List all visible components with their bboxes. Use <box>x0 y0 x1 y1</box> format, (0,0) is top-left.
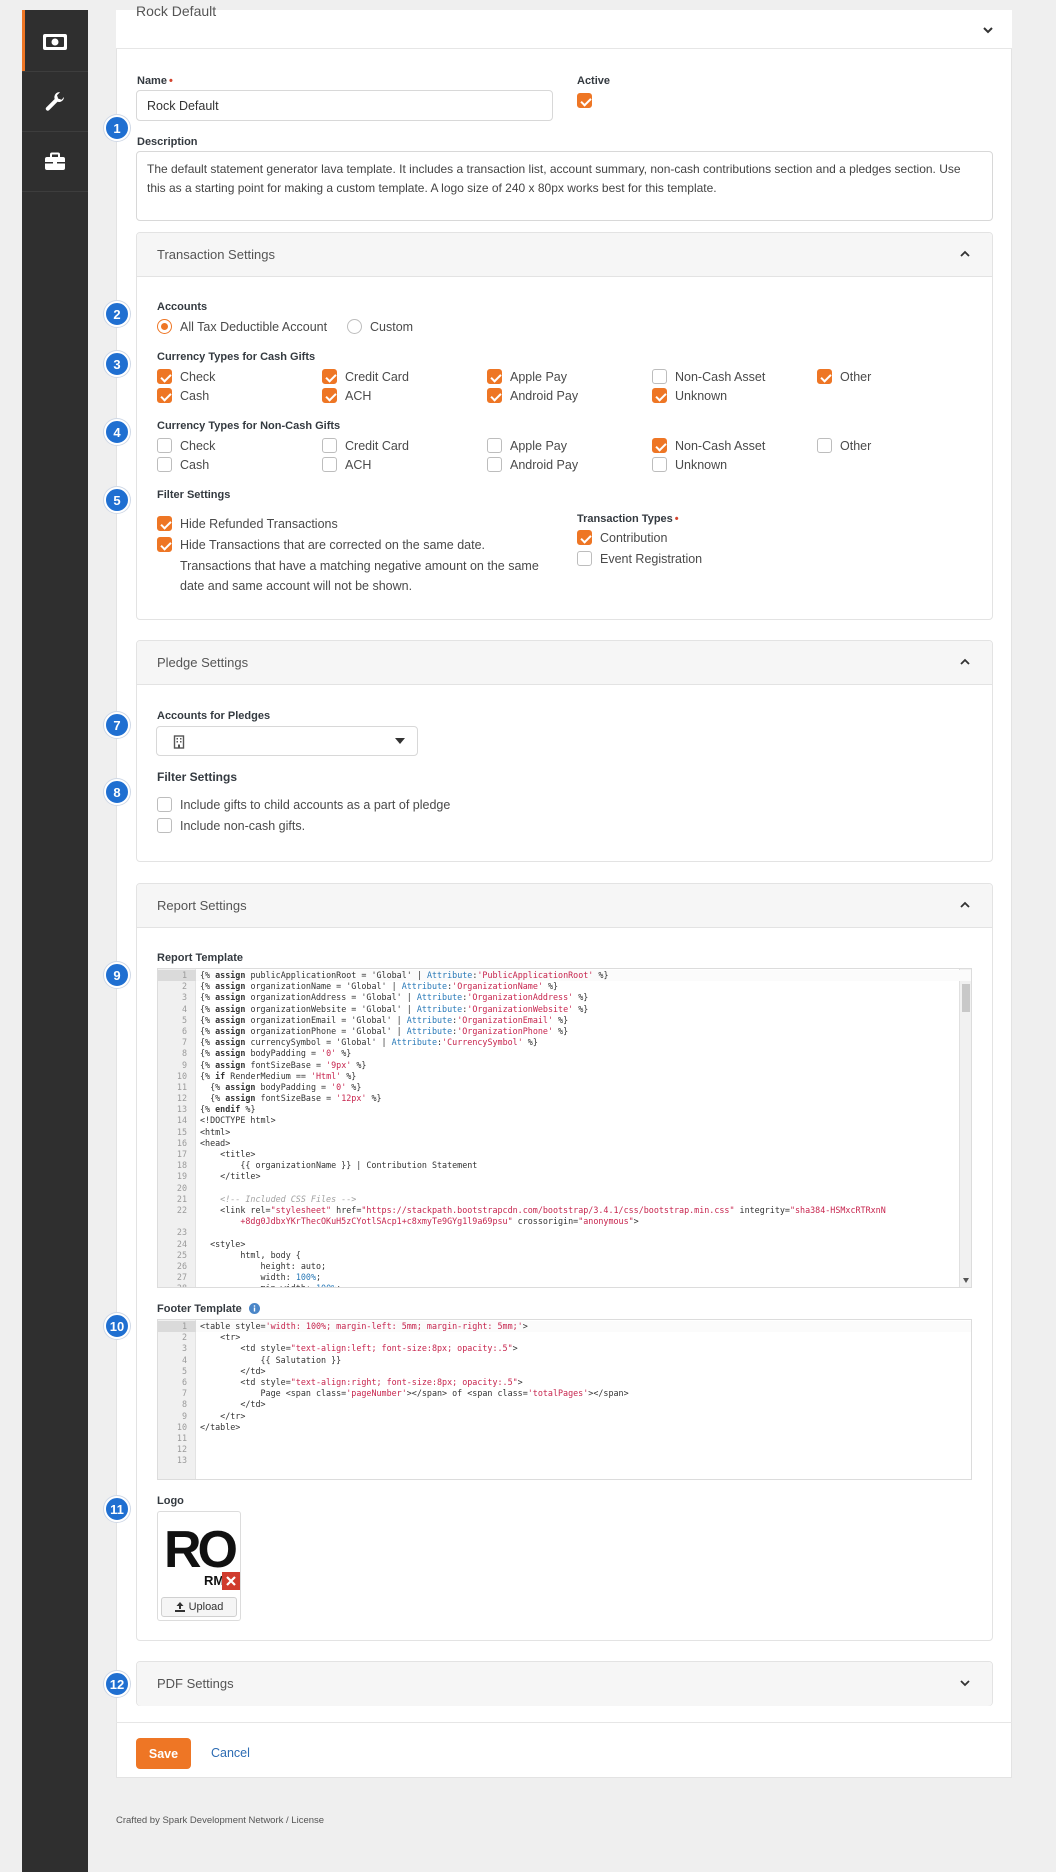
cash-android-pay-checkbox[interactable]: Android Pay <box>487 388 578 403</box>
active-checkbox[interactable] <box>577 93 592 108</box>
cash-apple-pay-checkbox[interactable]: Apple Pay <box>487 369 567 384</box>
upload-button[interactable]: Upload <box>161 1597 237 1617</box>
description-label: Description <box>137 136 198 148</box>
page-title: Rock Default <box>136 3 217 19</box>
cancel-link[interactable]: Cancel <box>211 1746 250 1760</box>
upload-icon <box>174 1602 185 1612</box>
callout-badge-12: 12 <box>104 1671 130 1697</box>
radio-custom[interactable]: Custom <box>347 319 413 334</box>
hide-corrected-help: Transactions that have a matching negati… <box>180 559 539 593</box>
cash-unknown-checkbox[interactable]: Unknown <box>652 388 727 403</box>
include-child-accounts-checkbox[interactable]: Include gifts to child accounts as a par… <box>157 797 450 812</box>
name-input[interactable]: Rock Default <box>136 90 553 121</box>
noncash-apple-pay-checkbox[interactable]: Apple Pay <box>487 438 567 453</box>
hide-corrected-checkbox[interactable]: Hide Transactions that are corrected on … <box>157 537 485 552</box>
footer-template-code-editor[interactable]: 1 <table style='width: 100%; margin-left:… <box>157 1319 972 1480</box>
logo-label: Logo <box>157 1495 184 1507</box>
description-textarea[interactable]: The default statement generator lava tem… <box>136 151 993 221</box>
noncash-other-checkbox[interactable]: Other <box>817 438 871 453</box>
sidebar-item-tools[interactable] <box>22 132 88 192</box>
noncash-non-cash-asset-checkbox[interactable]: Non-Cash Asset <box>652 438 765 453</box>
radio-button[interactable] <box>347 319 362 334</box>
cash-credit-card-checkbox[interactable]: Credit Card <box>322 369 409 384</box>
report-template-code-editor[interactable]: 1 {% assign publicApplicationRoot = 'Glob… <box>157 968 972 1288</box>
report-template-label: Report Template <box>157 952 243 964</box>
callout-badge-4: 4 <box>104 419 130 445</box>
chevron-up-icon[interactable] <box>960 900 970 910</box>
cash-ach-checkbox[interactable]: ACH <box>322 388 371 403</box>
chevron-up-icon[interactable] <box>960 657 970 667</box>
footer-credit: Crafted by Spark Development Network / L… <box>116 1815 325 1826</box>
callout-badge-11: 11 <box>104 1496 130 1522</box>
callout-badge-10: 10 <box>104 1313 130 1339</box>
info-icon[interactable] <box>248 1303 260 1314</box>
pdf-settings-header[interactable]: PDF Settings <box>137 1662 992 1706</box>
transaction-settings-title: Transaction Settings <box>157 247 276 262</box>
transaction-settings-header[interactable]: Transaction Settings <box>137 233 992 277</box>
accounts-for-pledges-label: Accounts for Pledges <box>157 710 271 722</box>
noncash-check-checkbox[interactable]: Check <box>157 438 215 453</box>
report-settings-header[interactable]: Report Settings <box>137 884 992 928</box>
report-settings-title: Report Settings <box>157 898 247 913</box>
accounts-label: Accounts <box>157 301 208 313</box>
noncash-unknown-checkbox[interactable]: Unknown <box>652 457 727 472</box>
pledge-settings-title: Pledge Settings <box>157 655 249 670</box>
cash-other-checkbox[interactable]: Other <box>817 369 871 384</box>
building-icon <box>173 735 185 749</box>
cash-non-cash-asset-checkbox[interactable]: Non-Cash Asset <box>652 369 765 384</box>
chevron-up-icon[interactable] <box>960 249 970 259</box>
save-button[interactable]: Save <box>136 1738 191 1769</box>
sidebar <box>22 10 88 1872</box>
wrench-icon <box>45 91 65 111</box>
pdf-settings-panel: PDF Settings <box>136 1661 993 1706</box>
callout-badge-1: 1 <box>104 115 130 141</box>
callout-badge-8: 8 <box>104 779 130 805</box>
callout-badge-5: 5 <box>104 487 130 513</box>
include-noncash-gifts-checkbox[interactable]: Include non-cash gifts. <box>157 818 305 833</box>
noncash-cash-checkbox[interactable]: Cash <box>157 457 209 472</box>
hide-refunded-checkbox[interactable]: Hide Refunded Transactions <box>157 516 338 531</box>
callout-badge-2: 2 <box>104 301 130 327</box>
pdf-settings-title: PDF Settings <box>157 1676 234 1691</box>
radio-button[interactable] <box>157 319 172 334</box>
pledge-filter-settings-label: Filter Settings <box>157 770 238 784</box>
cash-currency-label: Currency Types for Cash Gifts <box>157 351 316 363</box>
chevron-down-icon[interactable] <box>982 24 994 36</box>
noncash-ach-checkbox[interactable]: ACH <box>322 457 371 472</box>
type-event-registration-checkbox[interactable]: Event Registration <box>577 551 702 566</box>
active-label: Active <box>577 75 611 87</box>
divider <box>116 1722 1012 1723</box>
callout-badge-7: 7 <box>104 712 130 738</box>
money-icon <box>43 33 67 50</box>
callout-badge-9: 9 <box>104 962 130 988</box>
callout-badge-3: 3 <box>104 351 130 377</box>
accounts-for-pledges-picker[interactable] <box>156 726 418 756</box>
filter-settings-label: Filter Settings <box>157 489 231 501</box>
logo-image-text: RO <box>164 1521 236 1579</box>
caret-down-icon <box>395 738 405 744</box>
noncash-android-pay-checkbox[interactable]: Android Pay <box>487 457 578 472</box>
transaction-types-label: Transaction Types • <box>577 513 679 525</box>
footer-template-label: Footer Template <box>157 1303 260 1315</box>
sidebar-item-admin-tools[interactable] <box>22 72 88 132</box>
noncash-credit-card-checkbox[interactable]: Credit Card <box>322 438 409 453</box>
chevron-down-icon[interactable] <box>960 1678 970 1688</box>
noncash-currency-label: Currency Types for Non-Cash Gifts <box>157 420 341 432</box>
pledge-settings-header[interactable]: Pledge Settings <box>137 641 992 685</box>
type-contribution-checkbox[interactable]: Contribution <box>577 530 667 545</box>
cash-cash-checkbox[interactable]: Cash <box>157 388 209 403</box>
close-icon <box>226 1576 236 1586</box>
briefcase-icon <box>45 152 65 170</box>
cash-check-checkbox[interactable]: Check <box>157 369 215 384</box>
panel-header: Rock Default <box>116 3 1012 49</box>
sidebar-item-finance[interactable] <box>22 12 88 72</box>
remove-logo-button[interactable] <box>222 1572 240 1590</box>
logo-image-uploader: RO RM Upload <box>157 1511 241 1621</box>
name-label: Name • <box>137 75 173 87</box>
radio-all-tax-deductible[interactable]: All Tax Deductible Account <box>157 319 327 334</box>
